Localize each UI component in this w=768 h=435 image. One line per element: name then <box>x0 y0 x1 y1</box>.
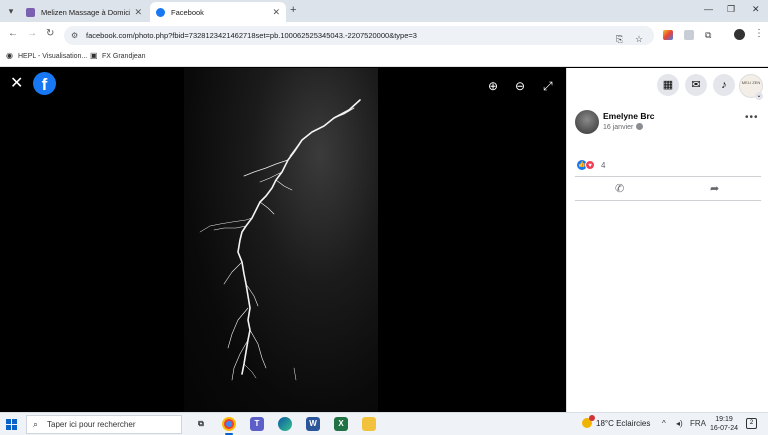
url-text: facebook.com/photo.php?fbid=732812342146… <box>86 31 417 40</box>
bookmark-star-icon[interactable]: ☆ <box>635 30 643 49</box>
windows-taskbar: ⌕ Taper ici pour rechercher ⧉ T W X 18°C… <box>0 412 768 435</box>
more-options-icon[interactable]: ••• <box>745 112 759 123</box>
profile-avatar[interactable] <box>734 29 745 40</box>
messenger-icon[interactable]: ✉ <box>685 74 707 96</box>
author-avatar[interactable] <box>575 110 599 134</box>
folder-icon: ▣ <box>90 51 98 60</box>
site-info-icon[interactable]: ⚙ <box>71 26 78 45</box>
globe-icon: ◉ <box>6 51 13 60</box>
clock-time: 19:19 <box>715 416 733 423</box>
divider <box>575 200 761 201</box>
post-side-panel: ▦ ✉ ♪ MELI ZEN ⌄ Emelyne Brc 16 janvier … <box>566 68 768 412</box>
teams-icon[interactable]: T <box>250 417 264 431</box>
search-icon: ⌕ <box>33 419 39 429</box>
bookmark-label: HEPL - Visualisation... <box>18 52 88 60</box>
reactions-summary[interactable]: 👍 ♥ 4 <box>577 160 605 170</box>
page-avatar-text: MELI ZEN <box>741 80 761 85</box>
zoom-in-icon[interactable]: ⊕ <box>488 79 498 93</box>
bookmark-hepl[interactable]: ◉ HEPL - Visualisation... <box>6 52 87 60</box>
reaction-count: 4 <box>601 160 606 170</box>
taskbar-search-input[interactable]: ⌕ Taper ici pour rechercher <box>26 415 182 434</box>
bookmark-label: FX Grandjean <box>102 52 146 60</box>
zoom-out-icon[interactable]: ⊖ <box>515 79 525 93</box>
post-date-text: 16 janvier <box>603 124 634 131</box>
melizen-favicon-icon <box>26 7 35 17</box>
author-name[interactable]: Emelyne Brc <box>603 111 655 121</box>
tab-strip: ▾ Melizen Massage à Domicile N ✕ Faceboo… <box>0 0 768 22</box>
tray-chevron-up-icon[interactable]: ^ <box>662 419 666 428</box>
language-indicator[interactable]: FRA <box>690 419 706 428</box>
notifications-bell-icon[interactable]: ♪ <box>713 74 735 96</box>
volume-icon[interactable]: ◂) <box>676 419 683 428</box>
clock-date: 16-07-24 <box>710 425 739 432</box>
lightning-bolt-graphic <box>199 99 361 381</box>
tab-title: Melizen Massage à Domicile N <box>41 7 131 17</box>
close-window-icon[interactable]: ✕ <box>752 4 760 15</box>
extensions-puzzle-icon[interactable]: ⧉ <box>705 30 715 40</box>
extension-icon[interactable] <box>663 30 673 40</box>
divider <box>575 176 761 177</box>
forward-icon[interactable]: → <box>27 28 37 39</box>
windows-start-icon[interactable] <box>6 419 17 430</box>
tab-facebook[interactable]: Facebook ✕ <box>150 2 286 22</box>
menu-grid-icon[interactable]: ▦ <box>657 74 679 96</box>
weather-text: 18°C Eclaircies <box>596 418 651 428</box>
lightning-photo <box>184 68 378 412</box>
word-icon[interactable]: W <box>306 417 320 431</box>
address-bar[interactable]: ⚙ facebook.com/photo.php?fbid=7328123421… <box>64 26 654 45</box>
close-tab-icon[interactable]: ✕ <box>134 7 142 18</box>
tab-search-icon[interactable]: ▾ <box>4 4 18 18</box>
public-globe-icon <box>636 123 644 130</box>
edge-icon[interactable] <box>278 417 292 431</box>
reload-icon[interactable]: ↻ <box>46 28 54 39</box>
extension-icon[interactable] <box>684 30 694 40</box>
post-date[interactable]: 16 janvier <box>603 123 644 131</box>
chevron-down-icon[interactable]: ⌄ <box>755 92 763 100</box>
weather-widget[interactable]: 18°C Eclaircies <box>582 415 651 428</box>
facebook-logo-icon[interactable]: f <box>33 72 56 95</box>
share-icon[interactable]: ➦ <box>710 182 719 195</box>
notification-center-icon[interactable]: 2 <box>746 418 757 429</box>
close-tab-icon[interactable]: ✕ <box>272 7 280 18</box>
new-tab-button[interactable]: + <box>290 4 296 16</box>
tab-melizen[interactable]: Melizen Massage à Domicile N ✕ <box>20 2 148 22</box>
browser-menu-icon[interactable]: ⋮ <box>754 28 764 39</box>
whatsapp-share-icon[interactable]: ✆ <box>615 182 624 195</box>
file-explorer-icon[interactable] <box>362 417 376 431</box>
toolbar: ← → ↻ ⚙ facebook.com/photo.php?fbid=7328… <box>0 22 768 48</box>
restore-icon[interactable]: ❐ <box>727 4 735 15</box>
excel-icon[interactable]: X <box>334 417 348 431</box>
chrome-icon[interactable] <box>222 417 236 435</box>
cast-icon[interactable]: ⎘ <box>616 30 623 49</box>
clock[interactable]: 19:19 16-07-24 <box>710 415 738 433</box>
love-reaction-icon: ♥ <box>585 160 595 170</box>
search-placeholder: Taper ici pour rechercher <box>47 420 136 429</box>
minimize-icon[interactable]: — <box>704 4 713 14</box>
bookmarks-bar: ◉ HEPL - Visualisation... ▣ FX Grandjean <box>0 48 768 67</box>
photo-viewer: ✕ f ⊕ ⊖ ⤢ <box>0 68 566 412</box>
weather-sun-icon <box>582 415 595 428</box>
facebook-favicon-icon <box>156 7 165 17</box>
fullscreen-icon[interactable]: ⤢ <box>543 79 553 94</box>
task-view-icon[interactable]: ⧉ <box>194 417 208 431</box>
tab-title: Facebook <box>171 7 204 17</box>
close-viewer-icon[interactable]: ✕ <box>10 76 23 92</box>
bookmark-fx-grandjean[interactable]: ▣ FX Grandjean <box>90 52 146 60</box>
back-icon[interactable]: ← <box>8 28 18 39</box>
facebook-top-actions: ▦ ✉ ♪ MELI ZEN ⌄ <box>567 74 768 100</box>
